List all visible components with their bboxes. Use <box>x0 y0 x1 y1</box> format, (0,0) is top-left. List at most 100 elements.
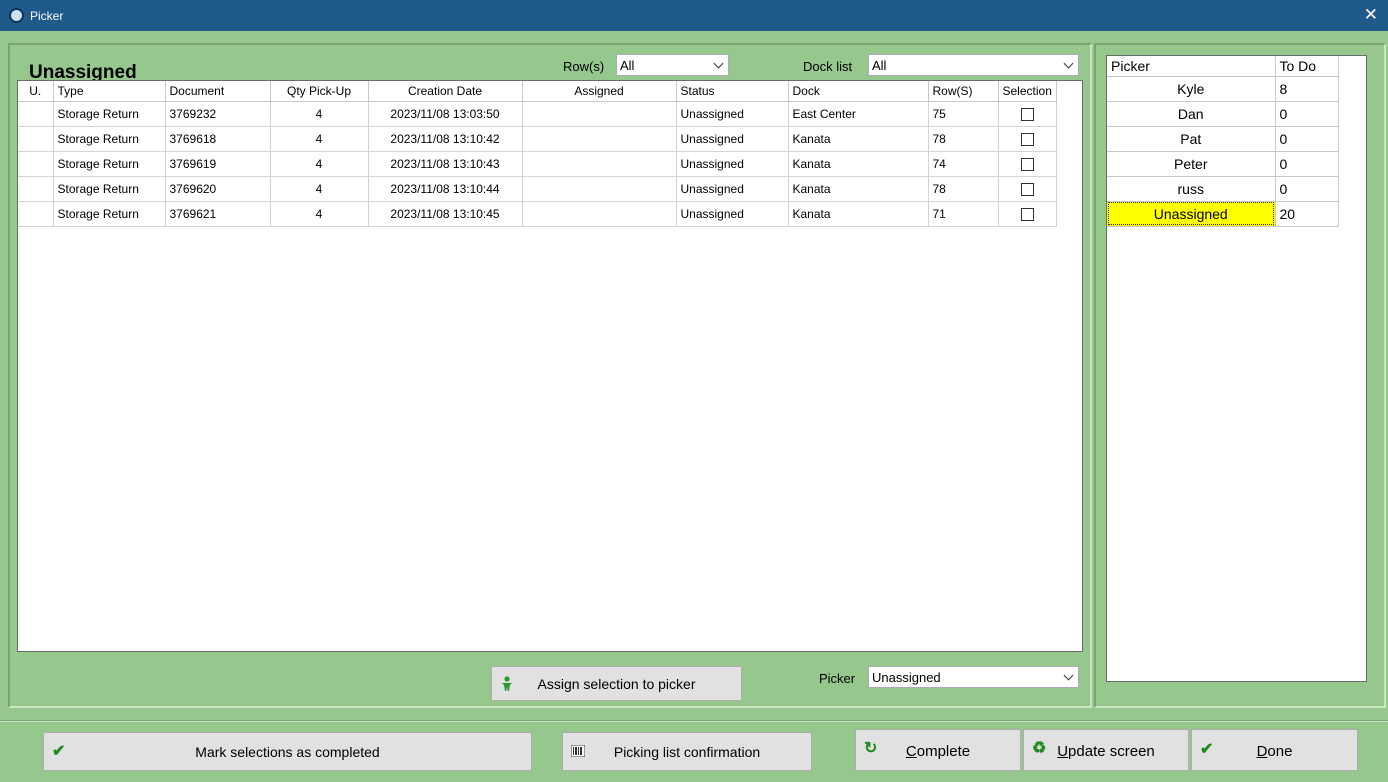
cell-type: Storage Return <box>53 201 166 227</box>
selection-checkbox[interactable] <box>1020 182 1034 196</box>
complete-label: Complete <box>905 743 971 760</box>
picker-todo: 0 <box>1275 126 1339 152</box>
picker-todo: 0 <box>1275 176 1339 202</box>
checkmark-icon: ✔ <box>1200 741 1214 758</box>
close-icon[interactable]: ✕ <box>1364 5 1378 25</box>
picker-row[interactable]: Pat 0 <box>1107 126 1339 152</box>
col-header-u[interactable]: U. <box>18 81 54 102</box>
cell-assigned <box>522 176 677 202</box>
col-header-assigned[interactable]: Assigned <box>522 81 677 102</box>
cell-document: 3769621 <box>165 201 271 227</box>
col-header-qty[interactable]: Qty Pick-Up <box>270 81 369 102</box>
cell-dock: Kanata <box>788 201 929 227</box>
cell-selection <box>998 176 1057 202</box>
col-header-rows[interactable]: Row(S) <box>928 81 999 102</box>
picker-name: Kyle <box>1107 76 1276 102</box>
picker-row-selected[interactable]: Unassigned 20 <box>1107 201 1339 227</box>
cell-qty: 4 <box>270 176 369 202</box>
cell-qty: 4 <box>270 126 369 152</box>
picker-row[interactable]: russ 0 <box>1107 176 1339 202</box>
cell-type: Storage Return <box>53 101 166 127</box>
picker-row[interactable]: Dan 0 <box>1107 101 1339 127</box>
cell-status: Unassigned <box>676 126 789 152</box>
cell-assigned <box>522 101 677 127</box>
col-header-document[interactable]: Document <box>165 81 271 102</box>
mark-completed-label: Mark selections as completed <box>195 744 380 760</box>
cell-status: Unassigned <box>676 201 789 227</box>
update-screen-button[interactable]: ♻ Update screen <box>1023 729 1189 771</box>
col-header-status[interactable]: Status <box>676 81 789 102</box>
done-button[interactable]: ✔ Done <box>1191 729 1358 771</box>
assign-picker-value: Unassigned <box>872 670 941 685</box>
col-header-dock[interactable]: Dock <box>788 81 929 102</box>
chevron-down-icon <box>1063 670 1074 681</box>
table-row[interactable]: Storage Return 3769620 4 2023/11/08 13:1… <box>18 176 1057 202</box>
picker-row[interactable]: Kyle 8 <box>1107 76 1339 102</box>
cell-u <box>18 151 54 177</box>
col-header-todo[interactable]: To Do <box>1275 56 1339 77</box>
cell-rows: 78 <box>928 126 999 152</box>
cell-u <box>18 126 54 152</box>
cell-type: Storage Return <box>53 151 166 177</box>
selection-checkbox[interactable] <box>1020 107 1034 121</box>
dock-filter-label: Dock list <box>803 59 853 74</box>
picking-list-label: Picking list confirmation <box>613 744 761 760</box>
recycle-icon: ♻ <box>1032 740 1047 757</box>
done-label: Done <box>1256 743 1293 760</box>
table-row[interactable]: Storage Return 3769621 4 2023/11/08 13:1… <box>18 201 1057 227</box>
col-header-selection[interactable]: Selection <box>998 81 1057 102</box>
mark-completed-button[interactable]: ✔ Mark selections as completed <box>43 732 532 771</box>
cell-qty: 4 <box>270 151 369 177</box>
cell-u <box>18 201 54 227</box>
cell-type: Storage Return <box>53 126 166 152</box>
table-row[interactable]: Storage Return 3769232 4 2023/11/08 13:0… <box>18 101 1057 127</box>
window-title: Picker <box>30 9 64 23</box>
picker-todo: 0 <box>1275 101 1339 127</box>
cell-u <box>18 101 54 127</box>
cell-creation-date: 2023/11/08 13:10:43 <box>368 151 523 177</box>
cell-creation-date: 2023/11/08 13:10:44 <box>368 176 523 202</box>
cell-dock: East Center <box>788 101 929 127</box>
cell-rows: 71 <box>928 201 999 227</box>
picker-name: Unassigned <box>1107 201 1276 227</box>
col-header-creation-date[interactable]: Creation Date <box>368 81 523 102</box>
cell-selection <box>998 201 1057 227</box>
cell-selection <box>998 126 1057 152</box>
picker-name: Dan <box>1107 101 1276 127</box>
assign-picker-select[interactable]: Unassigned <box>868 666 1079 688</box>
title-bar: Picker ✕ <box>0 0 1388 31</box>
barcode-icon <box>570 744 586 761</box>
cell-document: 3769618 <box>165 126 271 152</box>
cell-document: 3769619 <box>165 151 271 177</box>
selection-checkbox[interactable] <box>1020 207 1034 221</box>
cell-dock: Kanata <box>788 151 929 177</box>
cell-creation-date: 2023/11/08 13:10:45 <box>368 201 523 227</box>
assign-selection-button[interactable]: Assign selection to picker <box>491 666 742 701</box>
update-screen-label: Update screen <box>1057 743 1155 760</box>
picker-list[interactable]: Picker To Do Kyle 8 Dan 0 Pat 0 Peter 0 <box>1106 55 1367 682</box>
cell-rows: 78 <box>928 176 999 202</box>
orders-table: U. Type Document Qty Pick-Up Creation Da… <box>18 81 1057 227</box>
picker-todo: 20 <box>1275 201 1339 227</box>
orders-grid[interactable]: U. Type Document Qty Pick-Up Creation Da… <box>17 80 1083 652</box>
cell-rows: 74 <box>928 151 999 177</box>
picker-header-row: Picker To Do <box>1107 56 1339 77</box>
cell-status: Unassigned <box>676 151 789 177</box>
rows-filter-select[interactable]: All <box>616 54 729 76</box>
cell-status: Unassigned <box>676 101 789 127</box>
table-row[interactable]: Storage Return 3769619 4 2023/11/08 13:1… <box>18 151 1057 177</box>
picker-todo: 0 <box>1275 151 1339 177</box>
table-row[interactable]: Storage Return 3769618 4 2023/11/08 13:1… <box>18 126 1057 152</box>
col-header-type[interactable]: Type <box>53 81 166 102</box>
picker-table: Picker To Do Kyle 8 Dan 0 Pat 0 Peter 0 <box>1107 56 1339 227</box>
picking-list-confirmation-button[interactable]: Picking list confirmation <box>562 732 812 771</box>
selection-checkbox[interactable] <box>1020 132 1034 146</box>
complete-button[interactable]: ↻ Complete <box>855 729 1021 771</box>
cell-creation-date: 2023/11/08 13:03:50 <box>368 101 523 127</box>
picker-row[interactable]: Peter 0 <box>1107 151 1339 177</box>
dock-filter-select[interactable]: All <box>868 54 1079 76</box>
checkmark-icon: ✔ <box>52 743 66 760</box>
col-header-picker[interactable]: Picker <box>1107 56 1276 77</box>
selection-checkbox[interactable] <box>1020 157 1034 171</box>
cell-assigned <box>522 151 677 177</box>
